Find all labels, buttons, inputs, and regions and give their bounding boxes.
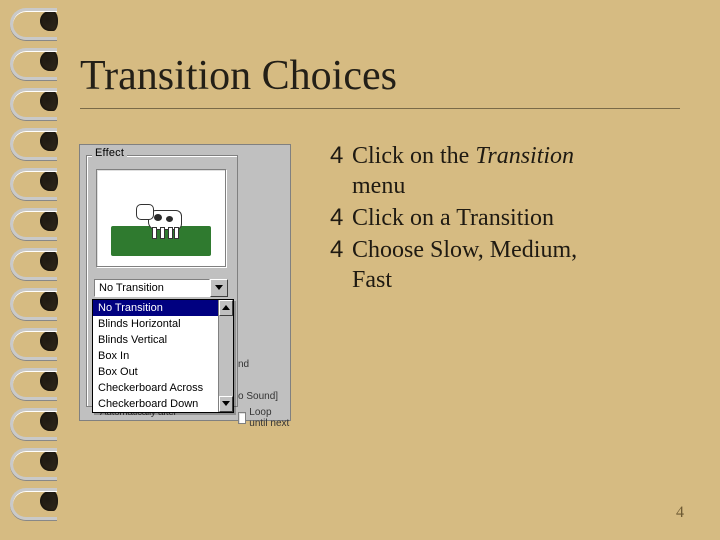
dropdown-option[interactable]: Blinds Horizontal [93,316,233,332]
transition-combo[interactable]: No Transition [94,279,228,297]
dropdown-option[interactable]: No Transition [93,300,233,316]
transition-dialog: Effect No Transition [80,145,290,420]
slide: Transition Choices Effect [0,0,720,540]
chevron-down-icon[interactable] [210,279,228,297]
scroll-up-icon[interactable] [219,300,233,316]
bullet-text: Click on a [352,205,451,231]
title-block: Transition Choices [80,52,680,117]
bullet-item: 4 Click on the Transition menu [330,141,592,201]
bullet-body: Click on the Transition menu [352,141,592,201]
dropdown-option[interactable]: Box Out [93,364,233,380]
truncated-right-label-1: nd [238,359,249,370]
bullet-marker: 4 [330,141,352,171]
bullet-body: Click on a Transition [352,203,554,233]
dropdown-option[interactable]: Box In [93,348,233,364]
scroll-down-icon[interactable] [219,396,233,412]
dropdown-option[interactable]: Checkerboard Across [93,380,233,396]
effect-preview [96,169,226,267]
bullet-text: Choose Slow, [352,237,484,263]
transition-combo-value: No Transition [94,279,210,297]
loop-label: Loop until next [249,407,290,429]
bullet-item: 4 Choose Slow, Medium, Fast [330,235,592,295]
effect-group-label: Effect [92,147,127,159]
bullet-text: Transition [456,205,554,231]
bullet-text: Click on the [352,143,469,169]
content-row: Effect No Transition [80,145,660,420]
dropdown-option[interactable]: Checkerboard Down [93,396,233,412]
dropdown-scrollbar[interactable] [218,300,233,412]
dropdown-option[interactable]: Blinds Vertical [93,332,233,348]
title-rule [80,108,680,109]
bullet-item: 4 Click on a Transition [330,203,592,233]
bullet-text: menu [352,173,405,199]
slide-title: Transition Choices [80,52,680,100]
bullet-marker: 4 [330,203,352,233]
page-number: 4 [676,504,684,522]
truncated-right-label-2: o Sound] [238,391,278,402]
bullet-body: Choose Slow, Medium, Fast [352,235,592,295]
checkbox-icon[interactable] [238,412,246,424]
bullet-em: Transition [475,143,574,169]
binding-decoration [10,0,70,540]
truncated-right-label-3: Loop until next [238,407,290,429]
preview-cow-icon [142,200,187,238]
bullet-list: 4 Click on the Transition menu 4 Click o… [330,141,592,297]
transition-dropdown[interactable]: No TransitionBlinds HorizontalBlinds Ver… [92,299,234,413]
bullet-marker: 4 [330,235,352,265]
